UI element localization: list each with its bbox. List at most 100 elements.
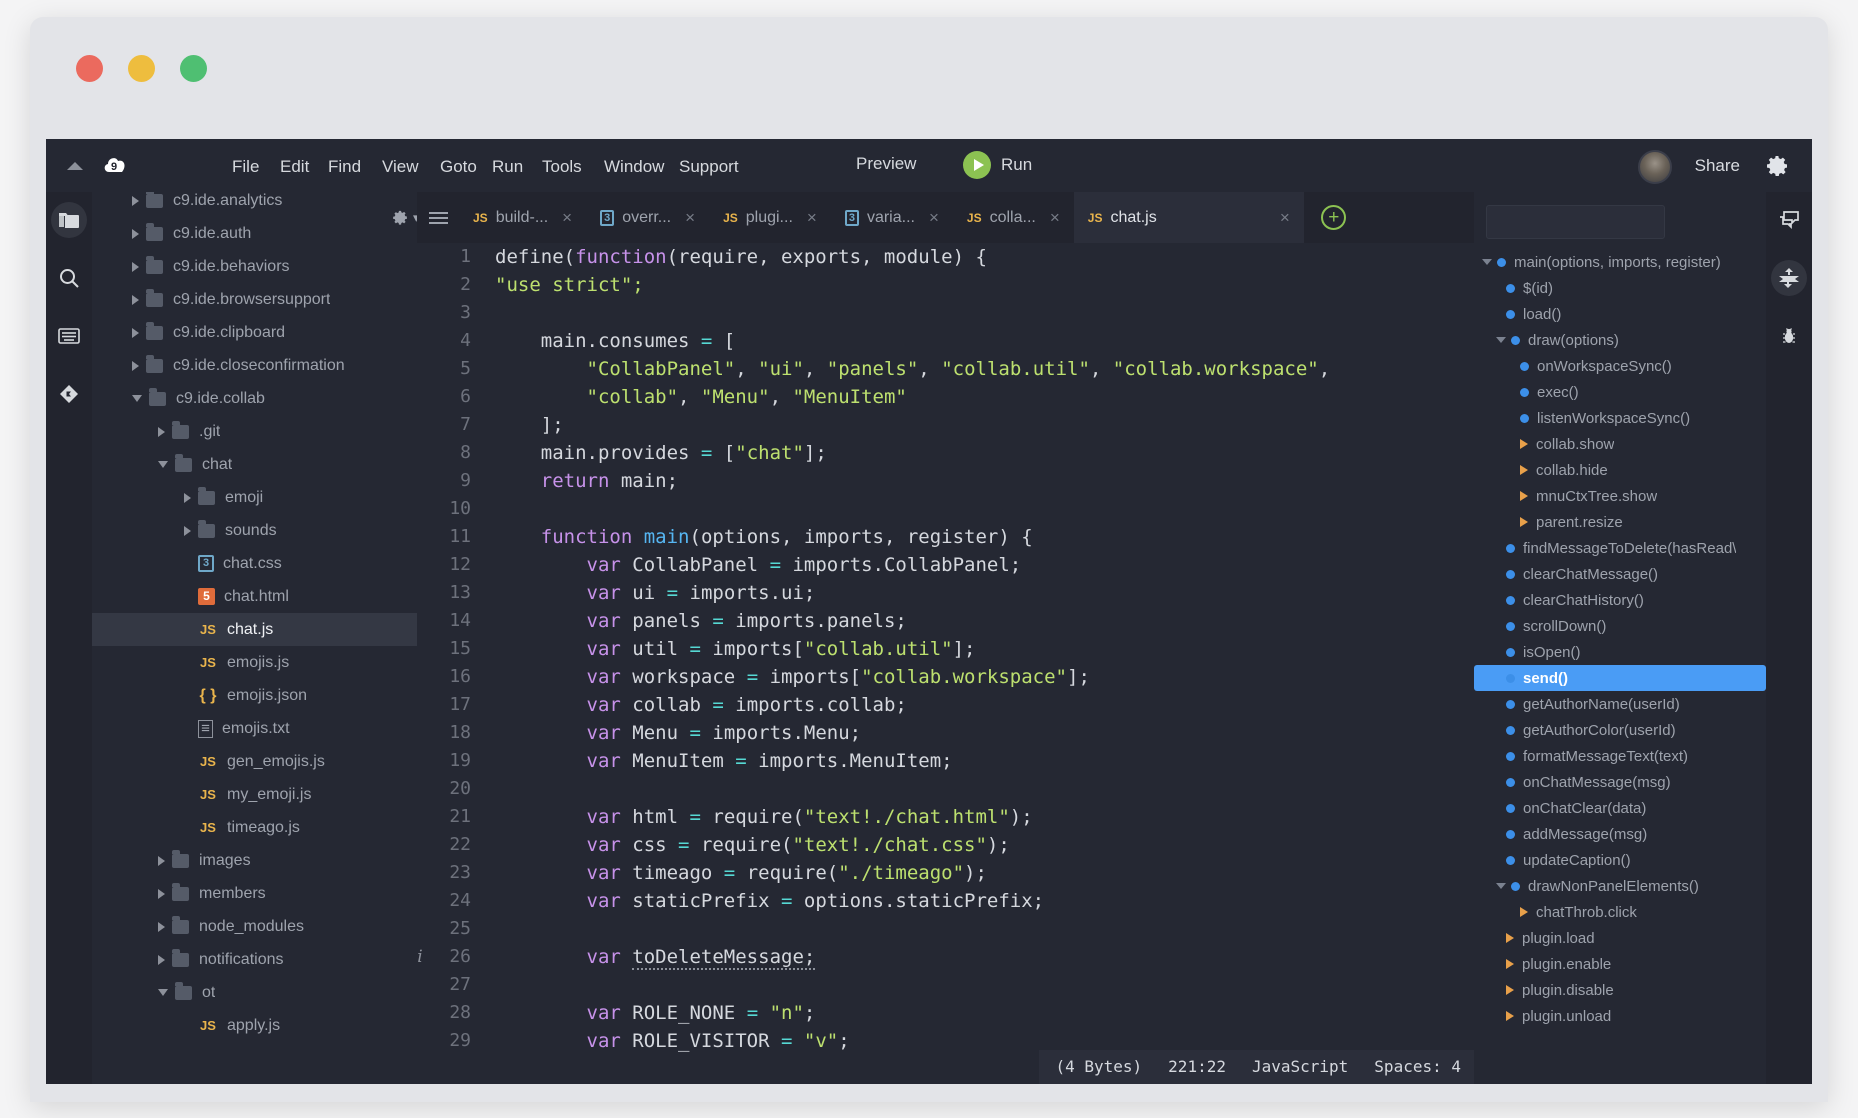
close-icon[interactable]: × bbox=[685, 208, 695, 228]
tree-row[interactable]: c9.ide.behaviors bbox=[92, 250, 417, 283]
outline-row[interactable]: getAuthorColor(userId) bbox=[1474, 717, 1766, 743]
outline-row[interactable]: onChatMessage(msg) bbox=[1474, 769, 1766, 795]
editor-tab[interactable]: JS colla... × bbox=[953, 192, 1074, 243]
close-icon[interactable]: × bbox=[1240, 208, 1290, 228]
chevron-right-icon[interactable] bbox=[184, 492, 191, 503]
menu-item-view[interactable]: View bbox=[376, 154, 425, 180]
outline-row[interactable]: collab.hide bbox=[1474, 457, 1766, 483]
editor-tab[interactable]: JS build-... × bbox=[459, 192, 586, 243]
outline-row[interactable]: draw(options) bbox=[1474, 327, 1766, 353]
window-maximize-button[interactable] bbox=[180, 55, 207, 82]
chevron-down-icon[interactable] bbox=[1482, 259, 1492, 265]
tree-row[interactable]: JS chat.js bbox=[92, 613, 417, 646]
outline-row[interactable]: updateCaption() bbox=[1474, 847, 1766, 873]
tree-row[interactable]: chat bbox=[92, 448, 417, 481]
editor-tab[interactable]: 3 varia... × bbox=[831, 192, 953, 243]
chevron-right-icon[interactable] bbox=[158, 888, 165, 899]
tree-row[interactable]: c9.ide.collab bbox=[92, 382, 417, 415]
run-button[interactable]: Run bbox=[963, 151, 1032, 179]
outline-row[interactable]: clearChatHistory() bbox=[1474, 587, 1766, 613]
tree-row[interactable]: JS apply.js bbox=[92, 1009, 417, 1042]
outline-row[interactable]: getAuthorName(userId) bbox=[1474, 691, 1766, 717]
outline-row[interactable]: plugin.disable bbox=[1474, 977, 1766, 1003]
tree-row[interactable]: c9.ide.closeconfirmation bbox=[92, 349, 417, 382]
navigate-icon[interactable] bbox=[51, 318, 87, 354]
tree-row[interactable]: JS emojis.js bbox=[92, 646, 417, 679]
editor-tab[interactable]: JS plugi... × bbox=[709, 192, 831, 243]
editor-tab[interactable]: JS chat.js × bbox=[1073, 192, 1304, 243]
chevron-right-icon[interactable] bbox=[132, 360, 139, 371]
outline-row[interactable]: plugin.load bbox=[1474, 925, 1766, 951]
chevron-down-icon[interactable] bbox=[158, 461, 168, 468]
source-control-icon[interactable] bbox=[51, 376, 87, 412]
menu-item-file[interactable]: File bbox=[226, 154, 265, 180]
tree-row[interactable]: .git bbox=[92, 415, 417, 448]
menu-item-find[interactable]: Find bbox=[322, 154, 367, 180]
indent-setting-label[interactable]: Spaces: 4 bbox=[1374, 1053, 1461, 1081]
chevron-right-icon[interactable] bbox=[132, 294, 139, 305]
menu-item-edit[interactable]: Edit bbox=[274, 154, 315, 180]
tree-row[interactable]: { } emojis.json bbox=[92, 679, 417, 712]
tree-row[interactable]: sounds bbox=[92, 514, 417, 547]
chevron-down-icon[interactable] bbox=[132, 395, 142, 402]
avatar[interactable] bbox=[1638, 150, 1672, 184]
outline-row[interactable]: drawNonPanelElements() bbox=[1474, 873, 1766, 899]
editor-tab[interactable]: 3 overr... × bbox=[586, 192, 709, 243]
outline-row[interactable]: scrollDown() bbox=[1474, 613, 1766, 639]
outline-row[interactable]: addMessage(msg) bbox=[1474, 821, 1766, 847]
chat-icon[interactable] bbox=[1771, 202, 1807, 238]
window-close-button[interactable] bbox=[76, 55, 103, 82]
outline-row[interactable]: load() bbox=[1474, 301, 1766, 327]
outline-row[interactable]: onWorkspaceSync() bbox=[1474, 353, 1766, 379]
code-editor[interactable]: 1 define(function(require, exports, modul… bbox=[417, 243, 1520, 1084]
cursor-position-label[interactable]: 221:22 bbox=[1168, 1053, 1226, 1081]
menu-item-run[interactable]: Run bbox=[486, 154, 529, 180]
outline-row[interactable]: listenWorkspaceSync() bbox=[1474, 405, 1766, 431]
tree-row[interactable]: c9.ide.browsersupport bbox=[92, 283, 417, 316]
chevron-right-icon[interactable] bbox=[132, 261, 139, 272]
close-icon[interactable]: × bbox=[562, 208, 572, 228]
outline-row[interactable]: exec() bbox=[1474, 379, 1766, 405]
chevron-down-icon[interactable] bbox=[1496, 883, 1506, 889]
tree-row[interactable]: ot bbox=[92, 976, 417, 1009]
menu-item-tools[interactable]: Tools bbox=[536, 154, 588, 180]
tree-row[interactable]: notifications bbox=[92, 943, 417, 976]
outline-row[interactable]: isOpen() bbox=[1474, 639, 1766, 665]
outline-row[interactable]: chatThrob.click bbox=[1474, 899, 1766, 925]
search-icon[interactable] bbox=[51, 260, 87, 296]
tree-row[interactable]: c9.ide.auth bbox=[92, 217, 417, 250]
outline-row[interactable]: $(id) bbox=[1474, 275, 1766, 301]
tree-row[interactable]: 5 chat.html bbox=[92, 580, 417, 613]
tree-row[interactable]: c9.ide.analytics bbox=[92, 192, 417, 217]
cloud9-logo-icon[interactable]: 9 bbox=[102, 153, 129, 180]
outline-row[interactable]: findMessageToDelete(hasRead\ bbox=[1474, 535, 1766, 561]
tree-row[interactable]: members bbox=[92, 877, 417, 910]
outline-row[interactable]: clearChatMessage() bbox=[1474, 561, 1766, 587]
outline-row[interactable]: parent.resize bbox=[1474, 509, 1766, 535]
chevron-right-icon[interactable] bbox=[132, 195, 139, 206]
chevron-right-icon[interactable] bbox=[132, 327, 139, 338]
menu-item-support[interactable]: Support bbox=[673, 154, 745, 180]
chevron-right-icon[interactable] bbox=[158, 954, 165, 965]
tree-row[interactable]: JS my_emoji.js bbox=[92, 778, 417, 811]
close-icon[interactable]: × bbox=[1050, 208, 1060, 228]
chevron-right-icon[interactable] bbox=[184, 525, 191, 536]
tree-row[interactable]: JS gen_emojis.js bbox=[92, 745, 417, 778]
tree-row[interactable]: c9.ide.clipboard bbox=[92, 316, 417, 349]
outline-row[interactable]: main(options, imports, register) bbox=[1474, 249, 1766, 275]
outline-row[interactable]: plugin.enable bbox=[1474, 951, 1766, 977]
tree-row[interactable]: images bbox=[92, 844, 417, 877]
outline-row[interactable]: formatMessageText(text) bbox=[1474, 743, 1766, 769]
file-tree-panel[interactable]: c9.ide.analytics c9.ide.auth c9.ide.behavi… bbox=[92, 192, 417, 1084]
preview-button[interactable]: Preview bbox=[856, 154, 916, 174]
chevron-right-icon[interactable] bbox=[158, 426, 165, 437]
file-tree-icon[interactable] bbox=[51, 202, 87, 238]
outline-row[interactable]: plugin.unload bbox=[1474, 1003, 1766, 1029]
tree-row[interactable]: emoji bbox=[92, 481, 417, 514]
file-tree-settings-icon[interactable]: ▾ bbox=[392, 209, 417, 226]
outline-row[interactable]: mnuCtxTree.show bbox=[1474, 483, 1766, 509]
outline-icon[interactable] bbox=[1771, 260, 1807, 296]
language-mode-label[interactable]: JavaScript bbox=[1252, 1053, 1348, 1081]
share-button[interactable]: Share bbox=[1695, 156, 1740, 176]
tree-row[interactable]: JS timeago.js bbox=[92, 811, 417, 844]
